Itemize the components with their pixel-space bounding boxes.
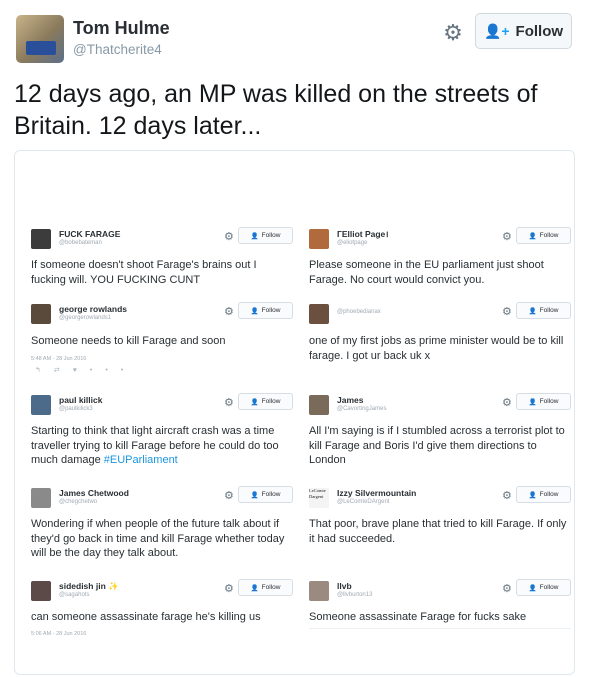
tweet-handle: @chegchetwo bbox=[59, 499, 98, 505]
retweet-icon: ⇄ bbox=[53, 367, 73, 374]
follow-label: Follow bbox=[539, 398, 559, 405]
tweet-header: Tom Hulme @Thatcherite4 ⚙ 👤+ Follow bbox=[0, 0, 592, 72]
add-user-icon: 👤 bbox=[250, 307, 259, 315]
tweet-author: paul killick bbox=[59, 395, 103, 405]
tweet-author: James Chetwood bbox=[59, 488, 129, 498]
tweet-author: FUCK FARAGE bbox=[59, 229, 121, 239]
tweet-author: llvb bbox=[337, 581, 352, 591]
follow-button: 👤 Follow bbox=[516, 302, 571, 319]
tweet-handle: @bobebateman bbox=[59, 240, 102, 246]
more-icon: ••• bbox=[89, 367, 137, 374]
gear-icon: ⚙ bbox=[502, 583, 512, 595]
follow-label: Follow bbox=[261, 491, 281, 498]
gear-icon: ⚙ bbox=[224, 231, 234, 243]
avatar-sign bbox=[26, 41, 56, 55]
follow-label: Follow bbox=[539, 307, 559, 314]
tweet-body: If someone doesn't shoot Farage's brains… bbox=[31, 259, 257, 286]
follow-label: Follow bbox=[539, 232, 559, 239]
follow-label: Follow bbox=[261, 232, 281, 239]
avatar[interactable] bbox=[16, 15, 64, 63]
tweet-body: Starting to think that light aircraft cr… bbox=[31, 424, 293, 468]
avatar bbox=[309, 304, 329, 324]
tweet-handle: @CavortingJames bbox=[337, 406, 387, 412]
tweet-body: Someone needs to kill Farage and soon bbox=[31, 335, 226, 347]
user-handle[interactable]: @Thatcherite4 bbox=[73, 42, 162, 57]
gear-icon: ⚙ bbox=[224, 397, 234, 409]
tweet-body: Please someone in the EU parliament just… bbox=[309, 259, 544, 286]
tweet-body: can someone assassinate farage he's kill… bbox=[31, 611, 261, 623]
follow-button: 👤 Follow bbox=[238, 302, 293, 319]
follow-label: Follow bbox=[261, 307, 281, 314]
reply-icon: ↰ bbox=[35, 367, 54, 374]
follow-label: Follow bbox=[261, 398, 281, 405]
tweet-body: one of my first jobs as prime minister w… bbox=[309, 335, 564, 362]
gear-icon: ⚙ bbox=[502, 490, 512, 502]
follow-button: 👤 Follow bbox=[238, 393, 293, 410]
gear-icon: ⚙ bbox=[224, 490, 234, 502]
avatar bbox=[309, 229, 329, 249]
tweet-timestamp: 5:48 AM - 28 Jun 2016 bbox=[31, 356, 87, 362]
divider bbox=[309, 628, 571, 629]
tweet-handle: @georgerowlands1 bbox=[59, 315, 112, 321]
follow-label: Follow bbox=[539, 491, 559, 498]
follow-button: 👤 Follow bbox=[238, 486, 293, 503]
tweet-body: That poor, brave plane that tried to kil… bbox=[309, 518, 567, 545]
avatar bbox=[31, 229, 51, 249]
tweet-body: Wondering if when people of the future t… bbox=[31, 518, 285, 559]
tweet-handle: @paulkilick3 bbox=[59, 406, 93, 412]
add-user-icon: 👤 bbox=[250, 232, 259, 240]
tweet-actions: ↰⇄♥••• bbox=[35, 366, 136, 374]
gear-icon: ⚙ bbox=[502, 397, 512, 409]
gear-icon: ⚙ bbox=[502, 231, 512, 243]
add-user-icon: 👤 bbox=[250, 398, 259, 406]
tweet-author: sidedish jin ✨ bbox=[59, 581, 119, 591]
tweet-handle: @llvburton13 bbox=[337, 592, 373, 598]
follow-button[interactable]: 👤+ Follow bbox=[475, 13, 572, 49]
avatar bbox=[31, 395, 51, 415]
tweet-body: Someone assassinate Farage for fucks sak… bbox=[309, 611, 527, 623]
add-user-icon: 👤 bbox=[528, 398, 537, 406]
follow-button: 👤 Follow bbox=[238, 227, 293, 244]
gear-icon: ⚙ bbox=[224, 306, 234, 318]
tweet-handle: @phoebedianax bbox=[337, 309, 381, 315]
hashtag-link: #EUParliament bbox=[103, 454, 178, 466]
follow-label: Follow bbox=[261, 584, 281, 591]
tweet-author: george rowlands bbox=[59, 304, 128, 314]
add-user-icon: 👤 bbox=[250, 584, 259, 592]
tweet-author: James bbox=[337, 395, 364, 405]
tweet-author: Izzy Silvermountain bbox=[337, 488, 417, 498]
gear-icon: ⚙ bbox=[224, 583, 234, 595]
follow-label: Follow bbox=[515, 22, 564, 40]
avatar: LeComte Dargent bbox=[309, 488, 329, 508]
add-user-icon: 👤 bbox=[250, 491, 259, 499]
follow-button: 👤 Follow bbox=[516, 393, 571, 410]
avatar bbox=[31, 488, 51, 508]
tweet-handle: @LeComteDArgent bbox=[337, 499, 390, 505]
tweet-handle: @eliotpage bbox=[337, 240, 368, 246]
avatar bbox=[309, 395, 329, 415]
add-user-icon: 👤 bbox=[528, 491, 537, 499]
add-user-icon: 👤 bbox=[528, 307, 537, 315]
avatar bbox=[31, 304, 51, 324]
avatar bbox=[31, 581, 51, 601]
follow-button: 👤 Follow bbox=[516, 579, 571, 596]
gear-icon[interactable]: ⚙ bbox=[440, 20, 466, 46]
avatar bbox=[309, 581, 329, 601]
user-name[interactable]: Tom Hulme bbox=[73, 18, 170, 39]
tweet-timestamp: 5:06 AM - 28 Jun 2016 bbox=[31, 631, 87, 637]
embedded-image-card[interactable]: FUCK FARAGE @bobebateman ⚙ 👤 Follow If so… bbox=[14, 150, 575, 675]
tweet-body: All I'm saying is if I stumbled across a… bbox=[309, 425, 565, 466]
follow-label: Follow bbox=[539, 584, 559, 591]
tweet-handle: @sagahots bbox=[59, 592, 90, 598]
follow-button: 👤 Follow bbox=[516, 486, 571, 503]
tweet-author: ГElliot Page। bbox=[337, 229, 389, 239]
add-user-icon: 👤 bbox=[528, 232, 537, 240]
add-user-icon: 👤 bbox=[528, 584, 537, 592]
follow-button: 👤 Follow bbox=[516, 227, 571, 244]
add-user-icon: 👤+ bbox=[483, 22, 510, 39]
follow-button: 👤 Follow bbox=[238, 579, 293, 596]
gear-icon: ⚙ bbox=[502, 306, 512, 318]
heart-icon: ♥ bbox=[72, 367, 90, 374]
tweet-text: 12 days ago, an MP was killed on the str… bbox=[14, 80, 538, 140]
